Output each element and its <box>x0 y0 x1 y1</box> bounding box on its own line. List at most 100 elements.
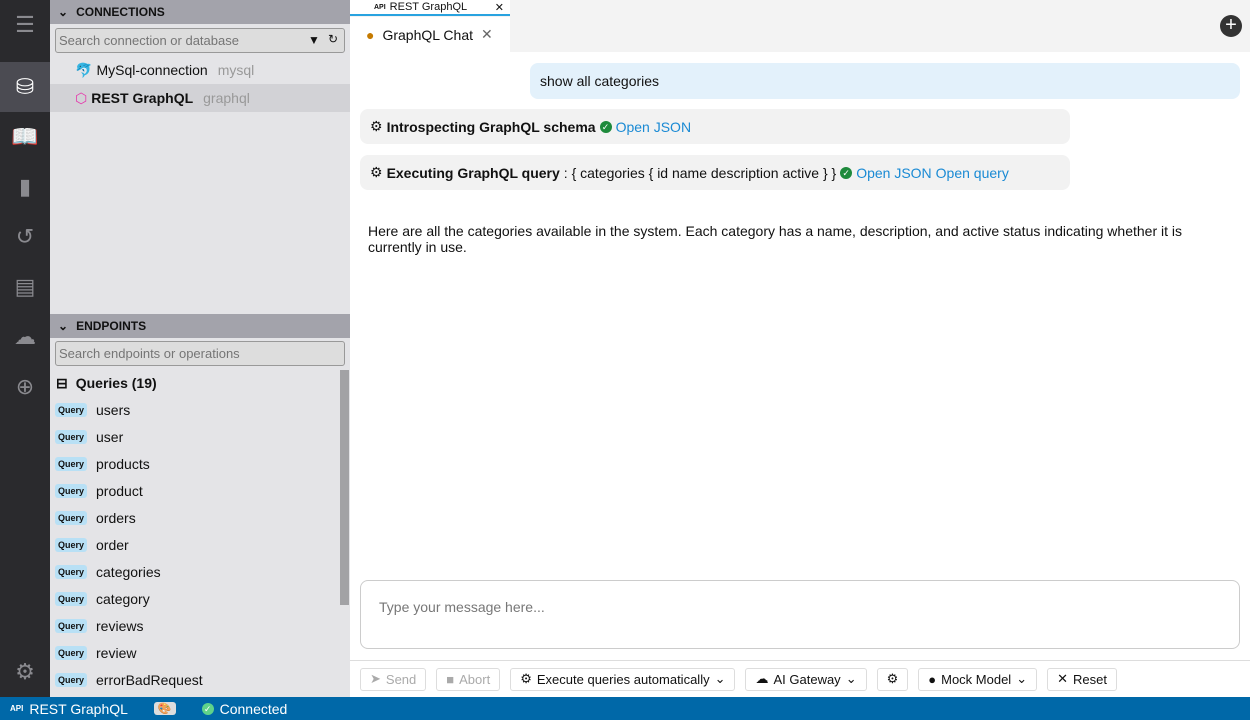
query-badge: Query <box>55 592 87 606</box>
file-icon[interactable]: ▮ <box>0 162 50 212</box>
cloud-icon[interactable]: ☁ <box>0 312 50 362</box>
endpoint-name: orders <box>96 510 136 526</box>
status-state: Connected <box>220 701 288 717</box>
tab-label: REST GraphQL <box>390 1 467 13</box>
connections-header[interactable]: ⌄CONNECTIONS <box>50 0 350 24</box>
assistant-message: Here are all the categories available in… <box>368 223 1208 255</box>
execute-mode-dropdown[interactable]: ⚙ Execute queries automatically ⌄ <box>510 668 735 691</box>
connection-item-graphql[interactable]: ⬡REST GraphQLgraphql <box>50 84 350 112</box>
check-icon: ✓ <box>840 167 852 179</box>
cog-icon: ⚙ <box>370 164 383 181</box>
endpoint-name: categories <box>96 564 161 580</box>
endpoint-item[interactable]: Query products <box>55 450 150 477</box>
endpoint-item[interactable]: Queryuser <box>55 423 123 450</box>
execute-label: Execute queries automatically <box>537 672 710 687</box>
close-icon[interactable]: ✕ <box>481 26 493 43</box>
filter-icon[interactable]: ▼ <box>308 33 320 47</box>
model-dropdown[interactable]: ●Mock Model⌄ <box>918 668 1037 691</box>
query-badge: Query <box>55 673 87 687</box>
check-icon: ✓ <box>202 703 214 715</box>
tab-strip: API REST GraphQL ✕ ● GraphQL Chat ✕ + <box>350 0 1250 52</box>
endpoint-name: products <box>96 456 150 472</box>
cogs-icon: ⚙ <box>520 671 532 687</box>
chevron-down-icon: ⌄ <box>846 671 857 687</box>
open-query-link[interactable]: Open query <box>936 165 1009 181</box>
message-input[interactable]: Type your message here... <box>360 580 1240 649</box>
tool-title: Introspecting GraphQL schema <box>387 119 596 135</box>
endpoint-search-input[interactable] <box>55 341 345 366</box>
reset-label: Reset <box>1073 672 1107 687</box>
chevron-down-icon: ⌄ <box>715 671 726 687</box>
archive-icon[interactable]: ▤ <box>0 262 50 312</box>
user-message: show all categories <box>530 63 1240 99</box>
endpoint-item[interactable]: Query users <box>55 396 130 423</box>
endpoint-name: errorBadRequest <box>96 672 203 688</box>
query-badge: Query <box>55 538 87 552</box>
endpoint-item[interactable]: Query orders <box>55 504 136 531</box>
refresh-icon[interactable]: ↻ <box>328 32 338 46</box>
menu-icon[interactable]: ☰ <box>0 0 50 50</box>
connection-search-input[interactable] <box>55 28 345 53</box>
endpoint-item[interactable]: Queryreviews <box>55 612 143 639</box>
endpoint-item[interactable]: Query errorBadRequest <box>55 666 203 693</box>
scrollbar[interactable] <box>340 370 349 605</box>
queries-group-label: Queries (19) <box>76 375 157 392</box>
status-connection[interactable]: REST GraphQL <box>29 701 128 717</box>
tool-call-introspect: ⚙Introspecting GraphQL schema ✓ Open JSON <box>360 109 1070 144</box>
cog-icon: ⚙ <box>370 118 383 135</box>
lightbulb-icon: ● <box>366 27 374 43</box>
open-json-link[interactable]: Open JSON <box>616 119 691 135</box>
endpoint-item[interactable]: Query categories <box>55 558 161 585</box>
query-badge: Query <box>55 457 87 471</box>
model-label: Mock Model <box>941 672 1011 687</box>
tool-call-execute: ⚙Executing GraphQL query: { categories {… <box>360 155 1070 190</box>
gateway-dropdown[interactable]: ☁ AI Gateway ⌄ <box>745 668 866 691</box>
abort-button[interactable]: ■Abort <box>436 668 500 691</box>
endpoints-header[interactable]: ⌄ENDPOINTS <box>50 314 350 338</box>
close-icon[interactable]: ✕ <box>495 1 504 14</box>
settings-button[interactable]: ⚙ <box>877 668 909 691</box>
palette-icon[interactable]: 🎨 <box>154 702 176 715</box>
endpoint-name: users <box>96 402 130 418</box>
query-badge: Query <box>55 511 87 525</box>
endpoint-item[interactable]: Queryproduct <box>55 477 143 504</box>
gateway-label: AI Gateway <box>773 672 840 687</box>
close-icon: ✕ <box>1057 671 1068 687</box>
endpoint-item[interactable]: Queryorder <box>55 531 129 558</box>
sidebar: ⌄CONNECTIONS ▼ ↻ 🐬MySql-connectionmysql … <box>50 0 350 697</box>
endpoint-item[interactable]: Queryreview <box>55 639 136 666</box>
check-icon: ✓ <box>600 121 612 133</box>
endpoint-item[interactable]: Querycategory <box>55 585 150 612</box>
collapse-icon: ⊟ <box>56 375 68 392</box>
database-icon[interactable]: ⛁ <box>0 62 50 112</box>
new-tab-button[interactable]: + <box>1220 15 1242 37</box>
endpoints-title: ENDPOINTS <box>76 319 146 333</box>
add-icon[interactable]: ⊕ <box>0 362 50 412</box>
query-badge: Query <box>55 484 87 498</box>
tool-detail: : { categories { id name description act… <box>564 165 836 181</box>
tab-rest-graphql[interactable]: API REST GraphQL ✕ <box>350 0 510 16</box>
connection-name: MySql-connection <box>96 62 207 78</box>
queries-group[interactable]: ⊟ Queries (19) <box>56 375 157 392</box>
query-badge: Query <box>55 403 87 417</box>
cloud-icon: ☁ <box>755 671 768 687</box>
stop-icon: ■ <box>446 672 454 687</box>
activity-bar: ☰ ⛁ 📖 ▮ ↺ ▤ ☁ ⊕ ⚙ <box>0 0 50 697</box>
query-badge: Query <box>55 565 87 579</box>
reset-button[interactable]: ✕ Reset <box>1047 668 1117 691</box>
connection-item-mysql[interactable]: 🐬MySql-connectionmysql <box>50 56 350 84</box>
book-icon[interactable]: 📖 <box>0 112 50 162</box>
gear-icon: ⚙ <box>887 671 899 687</box>
send-icon: ➤ <box>370 671 381 687</box>
endpoint-name: user <box>96 429 123 445</box>
connection-type: graphql <box>203 90 250 106</box>
status-bar: API REST GraphQL 🎨 ✓ Connected <box>0 697 1250 720</box>
mysql-icon: 🐬 <box>75 62 92 79</box>
history-icon[interactable]: ↺ <box>0 212 50 262</box>
tab-label: GraphQL Chat <box>382 27 473 43</box>
api-icon: API <box>374 4 386 11</box>
tab-graphql-chat[interactable]: ● GraphQL Chat ✕ <box>350 17 510 52</box>
gear-icon[interactable]: ⚙ <box>0 647 50 697</box>
open-json-link[interactable]: Open JSON <box>856 165 931 181</box>
send-button[interactable]: ➤Send <box>360 668 426 691</box>
